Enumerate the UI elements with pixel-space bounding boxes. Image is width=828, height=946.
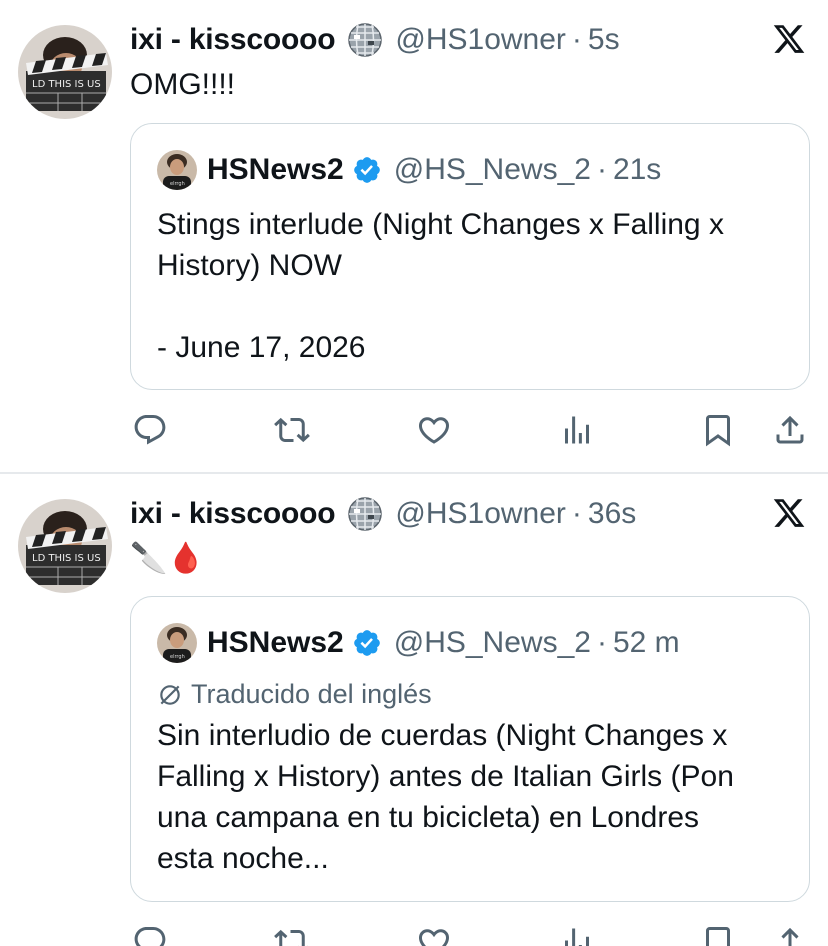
bookmark-icon <box>706 927 730 946</box>
share-button[interactable] <box>770 922 810 946</box>
quote-author-handle[interactable]: @HS_News_2 <box>394 153 591 187</box>
separator-dot: · <box>571 23 582 56</box>
quote-timestamp[interactable]: 52 m <box>613 626 680 660</box>
bookmark-icon <box>706 415 730 447</box>
avatar[interactable]: LD THIS IS US <box>18 499 112 593</box>
quote-text: Sin interludio de cuerdas (Night Changes… <box>157 719 734 875</box>
bar-chart-icon <box>565 928 589 946</box>
quote-author-name[interactable]: HSNews2 <box>207 626 344 660</box>
action-bar <box>130 410 810 450</box>
tweet[interactable]: LD THIS IS US ixi - kisscoooo @HS1owner … <box>0 474 828 946</box>
views-button[interactable] <box>557 410 597 450</box>
svg-text:elrrgh: elrrgh <box>170 654 185 660</box>
share-button[interactable] <box>770 410 810 450</box>
timestamp[interactable]: 5s <box>588 23 620 57</box>
views-button[interactable] <box>557 922 597 946</box>
like-button[interactable] <box>414 410 454 450</box>
translate-icon <box>160 684 180 705</box>
retweet-icon <box>274 929 309 946</box>
svg-text:LD THIS IS US: LD THIS IS US <box>32 79 101 90</box>
bar-chart-icon <box>565 416 589 444</box>
share-icon <box>776 415 804 444</box>
separator-dot: · <box>596 626 607 659</box>
like-button[interactable] <box>414 922 454 946</box>
tweet-header: ixi - kisscoooo @HS1owner · 36s <box>130 494 636 534</box>
reply-button[interactable] <box>130 410 170 450</box>
author-handle[interactable]: @HS1owner <box>395 23 566 57</box>
separator-dot: · <box>596 153 607 186</box>
tweet-text: 🔪🩸 <box>130 542 205 575</box>
tweet[interactable]: LD THIS IS US ixi - kisscoooo @HS1owner … <box>0 0 828 472</box>
speech-bubble-icon <box>134 415 166 445</box>
translated-text: Traducido del inglés <box>191 679 432 709</box>
share-icon <box>781 927 799 946</box>
disco-ball-icon <box>347 22 383 58</box>
timestamp[interactable]: 36s <box>588 497 636 531</box>
quote-author-handle[interactable]: @HS_News_2 <box>394 626 591 660</box>
bookmark-button[interactable] <box>698 922 738 946</box>
x-logo-icon <box>772 496 806 530</box>
quoted-tweet[interactable]: elrrgh HSNews2 @HS_News_2 · 52 m Traduci… <box>130 596 810 902</box>
quoted-tweet[interactable]: elrrgh HSNews2 @HS_News_2 · 21s Stings i… <box>130 123 810 390</box>
quote-header: elrrgh HSNews2 @HS_News_2 · 52 m <box>157 621 680 665</box>
verified-badge-icon <box>352 628 382 658</box>
heart-icon <box>418 417 450 444</box>
svg-text:elrrgh: elrrgh <box>170 181 185 187</box>
quote-timestamp[interactable]: 21s <box>613 153 661 187</box>
heart-icon <box>419 929 449 946</box>
author-handle[interactable]: @HS1owner <box>395 497 566 531</box>
reply-button[interactable] <box>130 922 170 946</box>
author-name[interactable]: ixi - kisscoooo <box>130 497 336 531</box>
speech-bubble-icon <box>134 927 166 946</box>
bookmark-button[interactable] <box>698 410 738 450</box>
action-bar <box>130 922 810 946</box>
separator-dot: · <box>571 497 582 530</box>
tweet-text: OMG!!!! <box>130 68 235 101</box>
verified-badge-icon <box>352 155 382 185</box>
tweet-header: ixi - kisscoooo @HS1owner · 5s <box>130 20 620 60</box>
translated-label[interactable]: Traducido del inglés <box>157 679 432 710</box>
author-name[interactable]: ixi - kisscoooo <box>130 23 336 57</box>
quote-avatar[interactable]: elrrgh <box>157 150 197 190</box>
quote-avatar[interactable]: elrrgh <box>157 623 197 663</box>
retweet-button[interactable] <box>272 922 312 946</box>
quote-author-name[interactable]: HSNews2 <box>207 153 344 187</box>
quote-text: Stings interlude (Night Changes x Fallin… <box>157 208 724 364</box>
retweet-icon <box>274 417 310 443</box>
svg-text:LD THIS IS US: LD THIS IS US <box>32 553 101 564</box>
avatar[interactable]: LD THIS IS US <box>18 25 112 119</box>
disco-ball-icon <box>347 496 383 532</box>
x-logo-icon <box>772 22 806 56</box>
retweet-button[interactable] <box>272 410 312 450</box>
quote-header: elrrgh HSNews2 @HS_News_2 · 21s <box>157 148 661 192</box>
